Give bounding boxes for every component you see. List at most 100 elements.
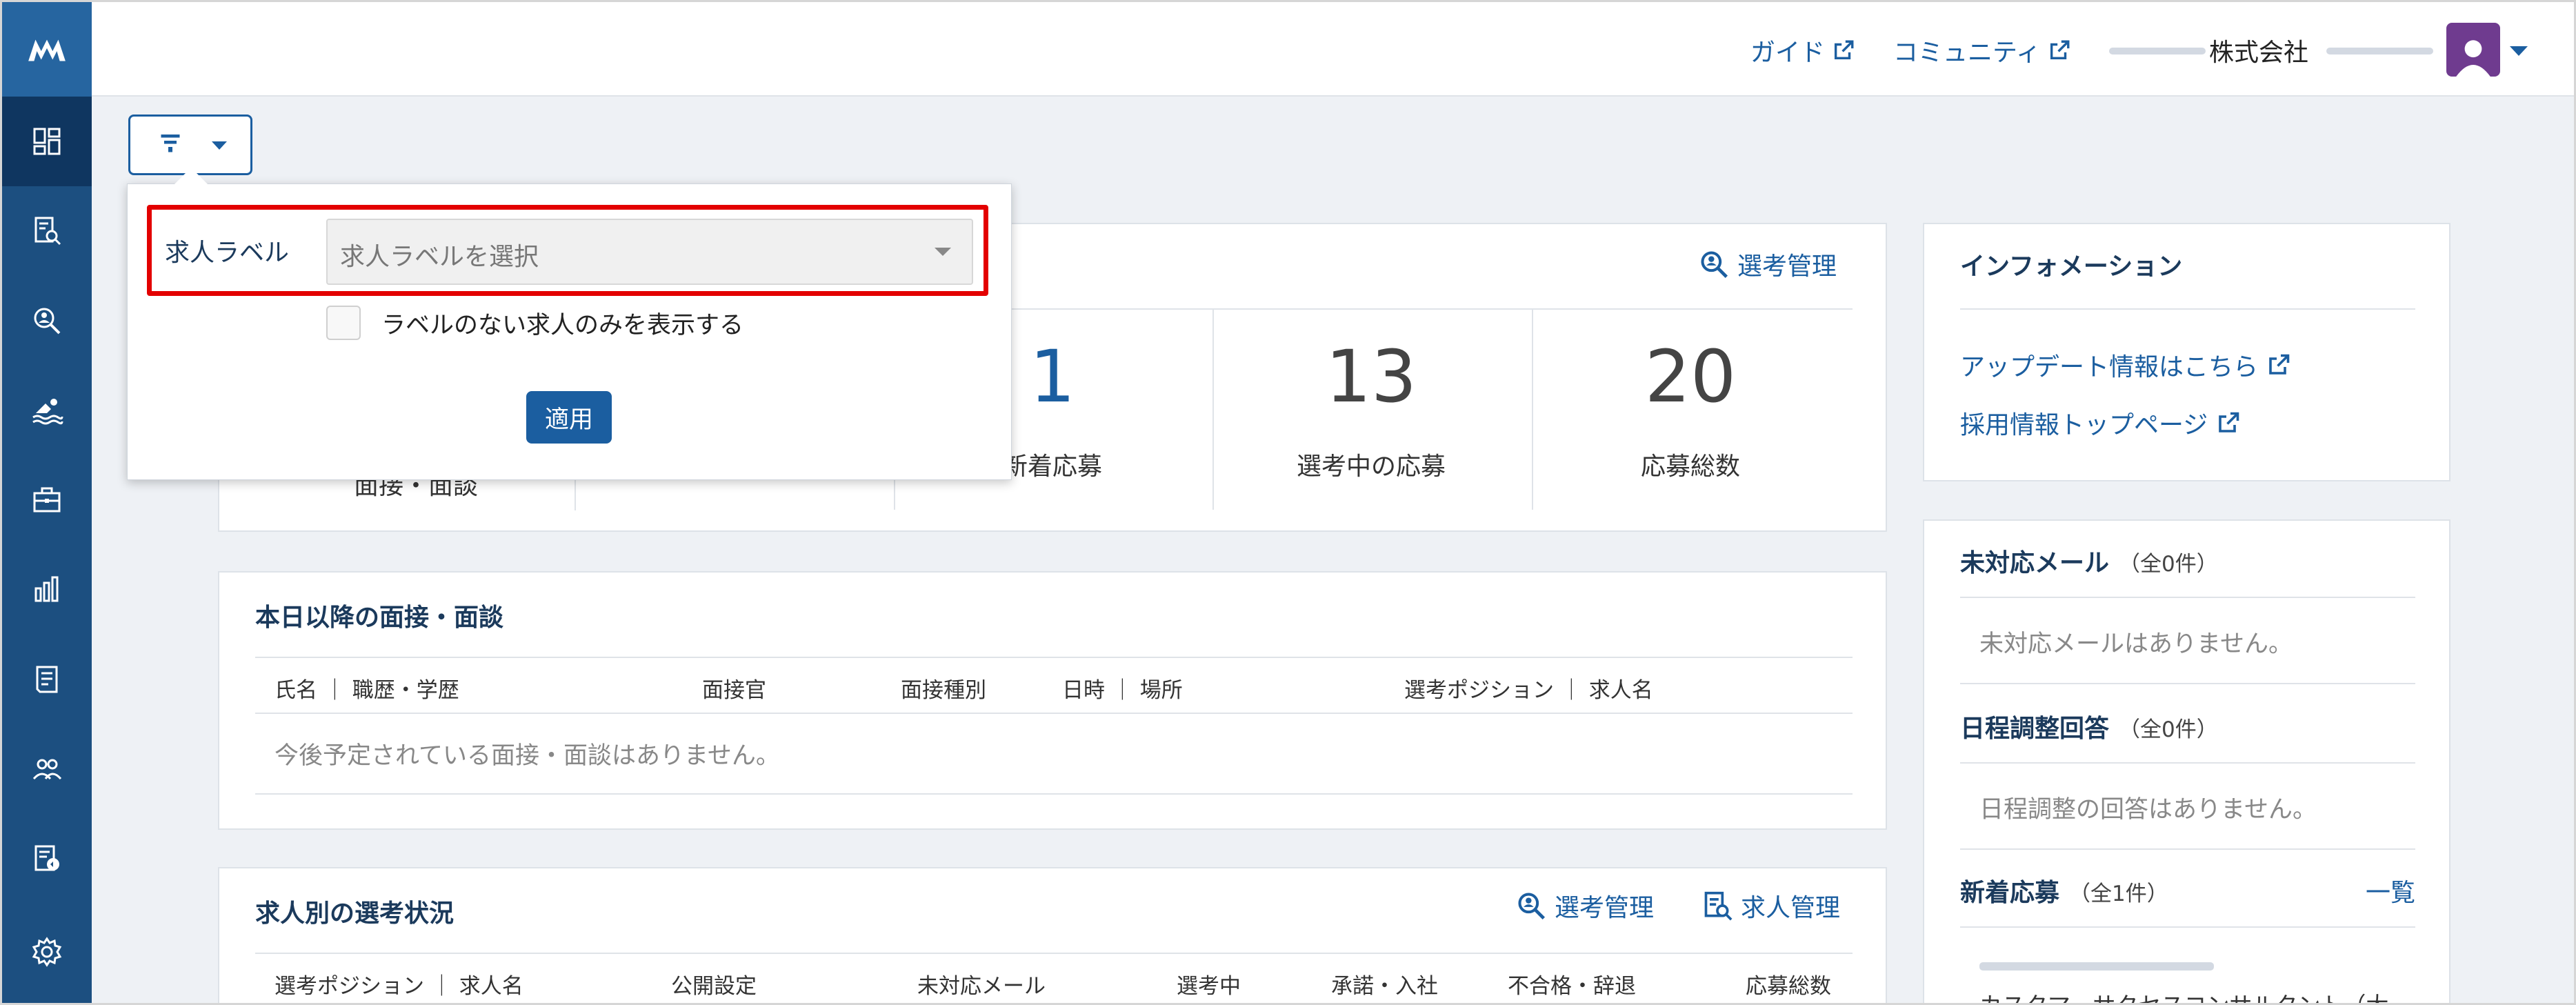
sidebar-item-users[interactable] [2, 724, 92, 814]
app-window: ガイド コミュニティ 株式会社 選考管理 1 新着応募 13 選考中の応募 20… [0, 0, 2576, 1005]
candidate-search-icon [34, 308, 61, 335]
external-link-icon [1834, 40, 1854, 60]
divider [1960, 762, 2415, 764]
column-header: 選考中 [1177, 974, 1241, 999]
schedule-title: 日程調整回答 [1960, 715, 2110, 743]
unlabeled-only-checkbox[interactable] [326, 306, 361, 340]
column-header: 未対応メール [917, 974, 1046, 999]
filter-icon [161, 135, 180, 152]
apply-button[interactable]: 適用 [526, 391, 612, 444]
sidebar-item-reports[interactable] [2, 814, 92, 904]
selection-management-link[interactable]: 選考管理 [1699, 246, 1837, 282]
column-header: 面接官 [702, 678, 766, 703]
update-info-link[interactable]: アップデート情報はこちら [1960, 347, 2291, 383]
divider [1960, 926, 2415, 928]
column-header: 承諾・入社 [1331, 974, 1438, 999]
schedule-count: （全0件） [2119, 717, 2218, 742]
bar-chart-icon [34, 576, 59, 602]
logo-icon [28, 39, 66, 61]
person-search-icon [1518, 893, 1546, 920]
recruit-top-link[interactable]: 採用情報トップページ [1960, 405, 2241, 441]
dashboard-icon [33, 128, 61, 155]
avatar[interactable] [2446, 23, 2500, 77]
sidebar [2, 2, 92, 1003]
recruit-top-label: 採用情報トップページ [1960, 411, 2208, 439]
in-selection-label: 選考中の応募 [1296, 452, 1446, 481]
blurred-company-prefix [2109, 48, 2206, 54]
job-management-label: 求人管理 [1741, 894, 1841, 922]
external-link-icon [2219, 412, 2239, 432]
schedule-header: 日程調整回答 （全0件） [1960, 708, 2218, 744]
unread-mail-header: 未対応メール （全0件） [1960, 543, 2218, 579]
column-header: 不合格・辞退 [1508, 974, 1636, 999]
gear-icon [32, 937, 62, 967]
column-header: 日時 ｜ 場所 [1062, 678, 1183, 703]
new-applications-count-label: （全1件） [2069, 882, 2168, 906]
new-application-item[interactable]: カスタマーサクセスコンサルタント（大 [1979, 987, 2388, 1003]
sidebar-item-dashboard[interactable] [2, 97, 92, 186]
interviews-title: 本日以降の面接・面談 [255, 604, 504, 632]
unread-mail-title: 未対応メール [1960, 549, 2110, 577]
sidebar-item-briefcase[interactable] [2, 455, 92, 545]
divider [255, 953, 1853, 954]
sidebar-item-documents[interactable] [2, 635, 92, 724]
interviews-card: 本日以降の面接・面談 氏名 ｜ 職歴・学歴 面接官 面接種別 日時 ｜ 場所 選… [218, 571, 1887, 830]
popup-arrow [173, 168, 209, 186]
jobs-status-title: 求人別の選考状況 [255, 899, 455, 928]
job-management-link[interactable]: 求人管理 [1702, 888, 1840, 924]
in-selection-count: 13 [1325, 335, 1417, 419]
sidebar-item-settings[interactable] [2, 907, 92, 997]
highlight-box [147, 205, 988, 296]
community-label: コミュニティ [1893, 39, 2041, 67]
divider [1960, 683, 2415, 684]
sidebar-item-search[interactable] [2, 276, 92, 366]
blurred-user-name [2326, 48, 2433, 54]
jobs-status-card: 求人別の選考状況 選考管理 求人管理 選考ポジション ｜ 求人名 公開設定 未対… [218, 867, 1887, 1003]
external-link-icon [2050, 40, 2070, 60]
column-header: 氏名 ｜ 職歴・学歴 [274, 678, 459, 703]
column-header: 選考ポジション ｜ 求人名 [274, 974, 523, 999]
sidebar-item-analytics[interactable] [2, 545, 92, 635]
sidebar-item-swim[interactable] [2, 366, 92, 455]
document-icon [36, 666, 58, 693]
chevron-down-icon[interactable] [2510, 46, 2528, 56]
new-applications-header: 新着応募 （全1件） [1960, 873, 2168, 908]
filter-button[interactable] [128, 115, 252, 175]
unread-mail-count: （全0件） [2119, 552, 2218, 577]
interviews-empty-message: 今後予定されている面接・面談はありません。 [274, 742, 780, 770]
guide-label: ガイド [1750, 39, 1826, 67]
guide-link[interactable]: ガイド [1750, 32, 1855, 68]
selection-management-link[interactable]: 選考管理 [1516, 888, 1654, 924]
job-search-icon [1704, 891, 1733, 921]
sidebar-item-jobs[interactable] [2, 186, 92, 276]
person-search-icon [1701, 251, 1728, 279]
selection-management-label: 選考管理 [1555, 894, 1655, 922]
divider [1960, 308, 2415, 310]
information-card: インフォメーション アップデート情報はこちら 採用情報トップページ [1923, 223, 2450, 481]
divider [255, 657, 1853, 658]
user-icon [2456, 40, 2490, 77]
column-header: 選考ポジション ｜ 求人名 [1404, 678, 1653, 703]
logo[interactable] [2, 2, 92, 97]
blurred-applicant-name [1979, 962, 2214, 971]
chevron-down-icon [212, 141, 227, 150]
new-applications-title: 新着応募 [1960, 879, 2060, 907]
divider [255, 713, 1853, 714]
column-header: 応募総数 [1746, 974, 1831, 999]
schedule-empty: 日程調整の回答はありません。 [1979, 796, 2317, 824]
divider [1960, 848, 2415, 850]
new-applications-list-link[interactable]: 一覧 [2366, 873, 2415, 908]
column-header: 面接種別 [901, 678, 986, 703]
community-link[interactable]: コミュニティ [1893, 32, 2071, 68]
swimmer-icon [32, 399, 63, 425]
unlabeled-only-label: ラベルのない求人のみを表示する [381, 312, 744, 339]
divider [1960, 597, 2415, 598]
briefcase-icon [33, 487, 61, 513]
top-header: ガイド コミュニティ 株式会社 [92, 2, 2574, 97]
users-icon [32, 759, 62, 780]
total-applications-label: 応募総数 [1640, 452, 1740, 481]
divider [255, 793, 1853, 795]
update-info-label: アップデート情報はこちら [1960, 353, 2259, 381]
information-title: インフォメーション [1960, 252, 2183, 281]
document-settings-icon [34, 845, 59, 871]
